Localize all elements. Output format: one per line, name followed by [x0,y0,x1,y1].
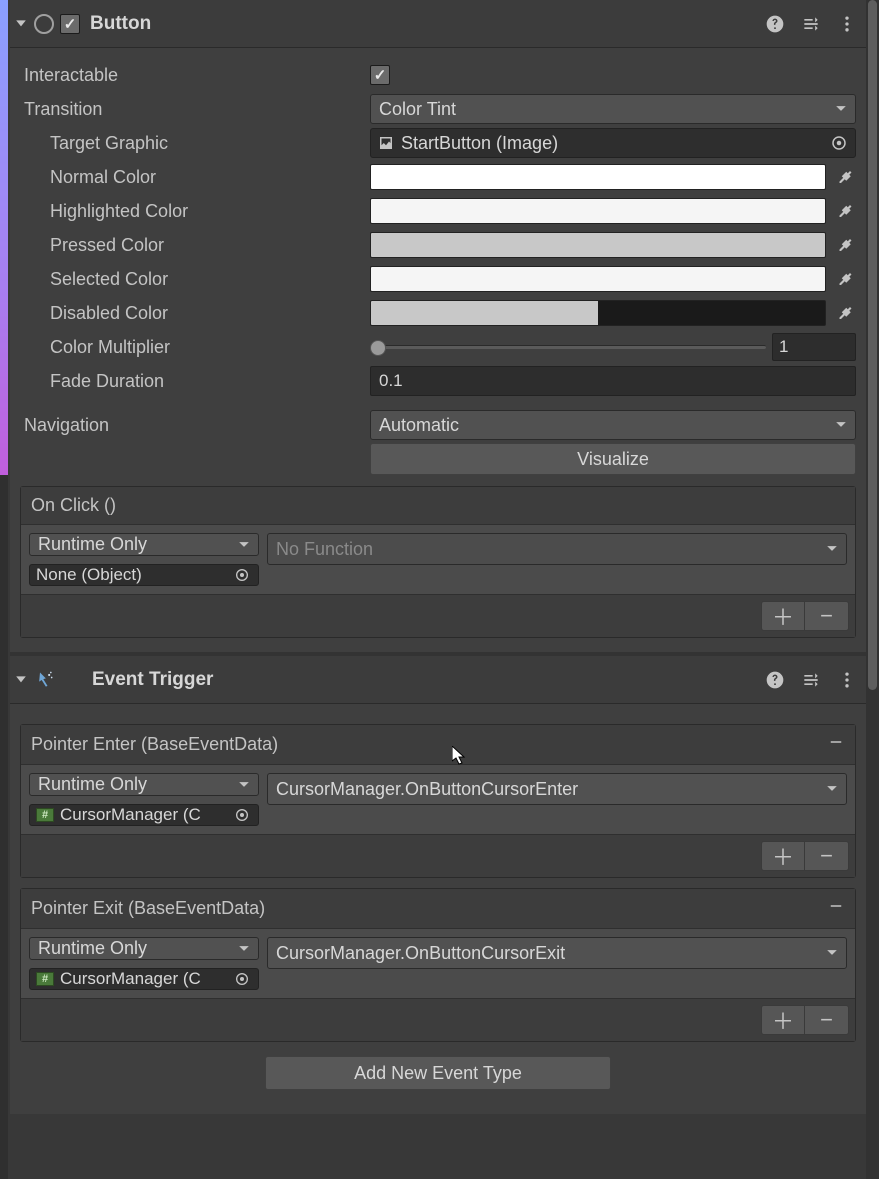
pointer-enter-box: Pointer Enter (BaseEventData) Runtime On… [20,724,856,878]
target-graphic-label: Target Graphic [20,133,370,154]
eyedropper-icon[interactable] [832,165,856,189]
fade-duration-label: Fade Duration [20,371,370,392]
image-component-icon [377,134,395,152]
kebab-menu-icon[interactable] [836,669,858,691]
event-add-button[interactable]: ＋ [761,1005,805,1035]
interactable-checkbox[interactable] [370,65,390,85]
normal-color-swatch[interactable] [370,164,826,190]
pointer-exit-box: Pointer Exit (BaseEventData) Runtime Onl… [20,888,856,1042]
navigation-value: Automatic [379,415,459,436]
hierarchy-strip-dark [0,475,8,1179]
button-component-icon [34,14,54,34]
remove-event-icon[interactable] [827,897,845,920]
button-component-body: Interactable Transition Color Tint Targe… [10,48,866,652]
runtime-dropdown[interactable]: Runtime Only [29,773,259,796]
inspector-panel: Button Interactable Transition Color [10,0,866,1114]
script-icon: # [36,972,54,986]
eyedropper-icon[interactable] [832,233,856,257]
object-picker-icon[interactable] [232,805,252,825]
onclick-event-box: On Click () Runtime Only None (Object) [20,486,856,638]
function-dropdown[interactable]: CursorManager.OnButtonCursorEnter [267,773,847,805]
event-header: Pointer Exit (BaseEventData) [21,889,855,929]
fade-duration-field[interactable]: 0.1 [370,366,856,396]
event-remove-button[interactable]: − [805,1005,849,1035]
transition-label: Transition [20,99,370,120]
color-multiplier-label: Color Multiplier [20,337,370,358]
selected-color-label: Selected Color [20,269,370,290]
eyedropper-icon[interactable] [832,267,856,291]
component-title: Event Trigger [92,669,758,691]
scrollbar-thumb[interactable] [868,0,877,690]
foldout-icon[interactable] [14,17,28,31]
component-enabled-checkbox[interactable] [60,14,80,34]
help-icon[interactable] [764,13,786,35]
onclick-header: On Click () [21,487,855,525]
help-icon[interactable] [764,669,786,691]
onclick-add-button[interactable]: ＋ [761,601,805,631]
event-trigger-icon [34,669,56,691]
disabled-color-swatch[interactable] [370,300,826,326]
inspector-scrollbar[interactable] [866,0,879,1179]
pressed-color-label: Pressed Color [20,235,370,256]
object-picker-icon[interactable] [232,969,252,989]
kebab-menu-icon[interactable] [836,13,858,35]
event-trigger-body: Pointer Enter (BaseEventData) Runtime On… [10,704,866,1114]
onclick-runtime-dropdown[interactable]: Runtime Only [29,533,259,556]
onclick-function-dropdown[interactable]: No Function [267,533,847,565]
event-trigger-header[interactable]: Event Trigger [10,656,866,704]
script-icon: # [36,808,54,822]
disabled-color-label: Disabled Color [20,303,370,324]
visualize-button[interactable]: Visualize [370,443,856,475]
target-graphic-value: StartButton (Image) [401,133,558,154]
highlighted-color-swatch[interactable] [370,198,826,224]
transition-value: Color Tint [379,99,456,120]
eyedropper-icon[interactable] [832,199,856,223]
foldout-icon[interactable] [14,673,28,687]
selected-color-swatch[interactable] [370,266,826,292]
component-title: Button [90,13,758,35]
highlighted-color-label: Highlighted Color [20,201,370,222]
navigation-label: Navigation [20,415,370,436]
navigation-dropdown[interactable]: Automatic [370,410,856,440]
add-new-event-type-button[interactable]: Add New Event Type [265,1056,611,1090]
presets-icon[interactable] [800,669,822,691]
event-header: Pointer Enter (BaseEventData) [21,725,855,765]
event-add-button[interactable]: ＋ [761,841,805,871]
event-target-field[interactable]: # CursorManager (C [29,968,259,990]
event-remove-button[interactable]: − [805,841,849,871]
hierarchy-selection-strip [0,0,8,475]
button-component-header[interactable]: Button [10,0,866,48]
eyedropper-icon[interactable] [832,301,856,325]
remove-event-icon[interactable] [827,733,845,756]
pressed-color-swatch[interactable] [370,232,826,258]
onclick-target-field[interactable]: None (Object) [29,564,259,586]
interactable-label: Interactable [20,65,370,86]
runtime-dropdown[interactable]: Runtime Only [29,937,259,960]
presets-icon[interactable] [800,13,822,35]
transition-dropdown[interactable]: Color Tint [370,94,856,124]
color-multiplier-slider[interactable] [370,334,766,360]
object-picker-icon[interactable] [829,133,849,153]
onclick-remove-button[interactable]: − [805,601,849,631]
target-graphic-field[interactable]: StartButton (Image) [370,128,856,158]
color-multiplier-value[interactable]: 1 [772,333,856,361]
object-picker-icon[interactable] [232,565,252,585]
function-dropdown[interactable]: CursorManager.OnButtonCursorExit [267,937,847,969]
event-target-field[interactable]: # CursorManager (C [29,804,259,826]
normal-color-label: Normal Color [20,167,370,188]
